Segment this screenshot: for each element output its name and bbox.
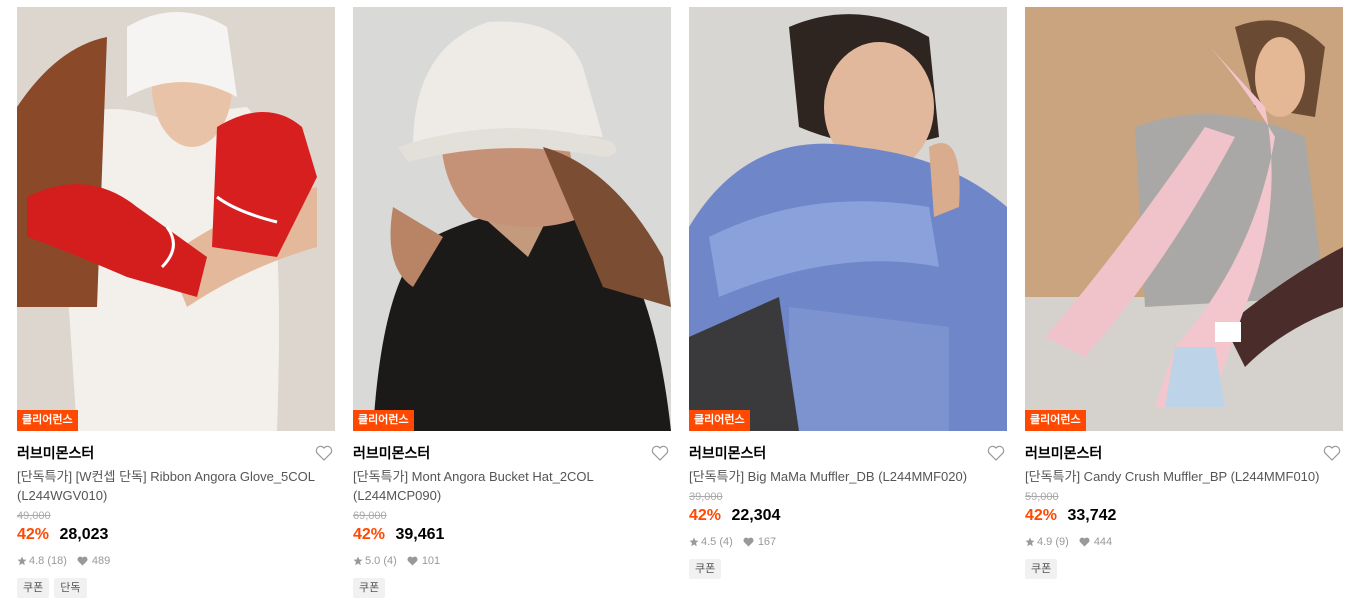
brand-name[interactable]: 러브미몬스터 <box>353 444 671 462</box>
product-image[interactable]: 클리어런스 <box>689 7 1007 431</box>
like-count: 167 <box>757 536 777 548</box>
wishlist-heart-icon[interactable] <box>1323 445 1341 461</box>
sale-price: 39,461 <box>395 526 445 543</box>
like-count: 101 <box>421 555 441 567</box>
review-count: (9) <box>1055 536 1069 548</box>
original-price: 69,000 <box>353 510 387 522</box>
heart-icon <box>77 556 88 566</box>
product-card[interactable]: 클리어런스 러브미몬스터 [단독특가] Candy Crush Muffler_… <box>1025 7 1343 608</box>
rating: 4.5 <box>701 536 717 548</box>
product-image[interactable]: 클리어런스 <box>17 7 335 431</box>
wishlist-heart-icon[interactable] <box>315 445 333 461</box>
exclusive-tag: 단독 <box>54 578 87 598</box>
wishlist-heart-icon[interactable] <box>651 445 669 461</box>
heart-icon <box>743 537 754 547</box>
product-photo-blue-muffler <box>689 7 1007 431</box>
review-count: (18) <box>47 555 67 567</box>
discount-rate: 42% <box>689 507 722 524</box>
original-price: 49,000 <box>17 510 51 522</box>
coupon-tag: 쿠폰 <box>689 559 722 579</box>
sale-price: 22,304 <box>731 507 781 524</box>
review-count: (4) <box>719 536 733 548</box>
star-icon <box>1025 537 1035 547</box>
star-icon <box>353 556 363 566</box>
product-photo-glove <box>17 7 335 431</box>
wishlist-heart-icon[interactable] <box>987 445 1005 461</box>
heart-icon <box>407 556 418 566</box>
discount-rate: 42% <box>1025 507 1058 524</box>
product-grid: 클리어런스 러브미몬스터 [단독특가] [W컨셉 단독] Ribbon Ango… <box>17 7 1343 608</box>
product-card[interactable]: 클리어런스 러브미몬스터 [단독특가] Mont Angora Bucket H… <box>353 7 671 608</box>
clearance-badge: 클리어런스 <box>1025 410 1086 431</box>
coupon-tag: 쿠폰 <box>1025 559 1058 579</box>
clearance-badge: 클리어런스 <box>353 410 414 431</box>
rating: 4.9 <box>1037 536 1053 548</box>
product-photo-hat <box>353 7 671 431</box>
product-photo-pink-muffler <box>1025 7 1343 431</box>
coupon-tag: 쿠폰 <box>353 578 386 598</box>
original-price: 59,000 <box>1025 491 1059 503</box>
product-image[interactable]: 클리어런스 <box>1025 7 1343 431</box>
original-price: 39,000 <box>689 491 723 503</box>
sale-price: 28,023 <box>59 526 109 543</box>
product-name[interactable]: [단독특가] Big MaMa Muffler_DB (L244MMF020) <box>689 467 1007 486</box>
product-card[interactable]: 클리어런스 러브미몬스터 [단독특가] Big MaMa Muffler_DB … <box>689 7 1007 608</box>
product-image[interactable]: 클리어런스 <box>353 7 671 431</box>
review-count: (4) <box>383 555 397 567</box>
brand-name[interactable]: 러브미몬스터 <box>689 444 1007 462</box>
product-name[interactable]: [단독특가] Candy Crush Muffler_BP (L244MMF01… <box>1025 467 1343 486</box>
star-icon <box>689 537 699 547</box>
rating: 4.8 <box>29 555 45 567</box>
product-name[interactable]: [단독특가] Mont Angora Bucket Hat_2COL (L244… <box>353 467 671 505</box>
like-count: 489 <box>91 555 111 567</box>
product-card[interactable]: 클리어런스 러브미몬스터 [단독특가] [W컨셉 단독] Ribbon Ango… <box>17 7 335 608</box>
clearance-badge: 클리어런스 <box>17 410 78 431</box>
discount-rate: 42% <box>17 526 50 543</box>
like-count: 444 <box>1093 536 1113 548</box>
discount-rate: 42% <box>353 526 386 543</box>
coupon-tag: 쿠폰 <box>17 578 50 598</box>
star-icon <box>17 556 27 566</box>
heart-icon <box>1079 537 1090 547</box>
brand-name[interactable]: 러브미몬스터 <box>17 444 335 462</box>
sale-price: 33,742 <box>1067 507 1117 524</box>
product-name[interactable]: [단독특가] [W컨셉 단독] Ribbon Angora Glove_5COL… <box>17 467 335 505</box>
rating: 5.0 <box>365 555 381 567</box>
clearance-badge: 클리어런스 <box>689 410 750 431</box>
brand-name[interactable]: 러브미몬스터 <box>1025 444 1343 462</box>
